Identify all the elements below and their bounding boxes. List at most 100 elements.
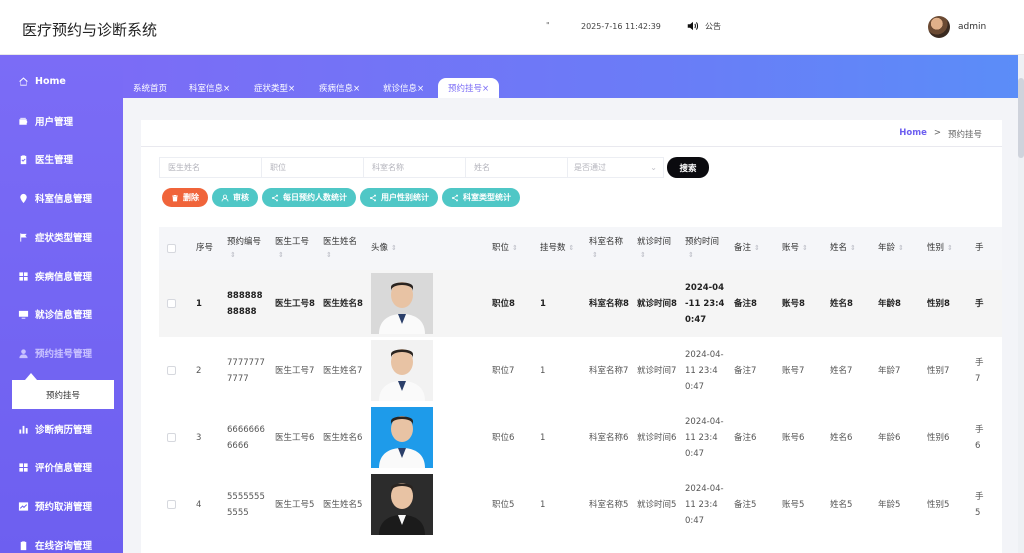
doctor-photo <box>371 337 433 404</box>
cell-name: 姓名8 <box>830 298 853 309</box>
cell-account: 账号7 <box>782 365 805 376</box>
sidebar-item-home[interactable]: Home <box>0 71 123 91</box>
cell-booked-at: 2024-04-11 23:40:47 <box>685 282 725 325</box>
share-icon <box>452 194 458 201</box>
cell-account: 账号6 <box>782 432 805 443</box>
table-row[interactable]: 2 77777777777 医生工号7 医生姓名7 职位7 1 科室名称7 就诊时间7 2024… <box>159 337 1002 404</box>
cell-booked-at: 2024-04-11 23:40:47 <box>685 349 724 392</box>
sidebar-item-cancellations[interactable]: 预约取消管理 <box>0 496 123 516</box>
share-icon <box>272 194 278 201</box>
tab-appointments[interactable]: 预约挂号× <box>438 78 500 98</box>
cell-title: 职位5 <box>492 499 515 510</box>
row-checkbox[interactable] <box>167 471 176 538</box>
delete-button[interactable]: 删除 <box>162 188 208 207</box>
dept-name-input[interactable]: 科室名称 <box>363 157 465 178</box>
row-checkbox[interactable] <box>167 270 176 337</box>
doctor-name-input[interactable]: 医生姓名 <box>159 157 261 178</box>
dept-stats-button[interactable]: 科室类型统计 <box>442 188 520 207</box>
gender-stats-label: 用户性别统计 <box>381 193 429 202</box>
cell-note: 备注6 <box>734 432 757 443</box>
sidebar-item-appointments[interactable]: 预约挂号管理 <box>0 343 123 363</box>
sidebar-item-diseases[interactable]: 疾病信息管理 <box>0 266 123 286</box>
sort-icon: ⇕ <box>592 250 598 259</box>
title-input[interactable]: 职位 <box>261 157 363 178</box>
col-doctor-no[interactable]: 医生工号 ⇕ <box>275 227 309 270</box>
col-count[interactable]: 挂号数 ⇕ <box>540 227 574 270</box>
column-header: 预约时间 <box>685 236 720 247</box>
tab-diseases[interactable]: 疾病信息× <box>319 78 360 98</box>
col-gender[interactable]: 性别 ⇕ <box>927 227 953 270</box>
table-row[interactable]: 4 55555555555 医生工号5 医生姓名5 职位5 1 科室名称5 就诊时间5 2024… <box>159 471 1002 538</box>
table-row[interactable]: 1 88888888888 医生工号8 医生姓名8 职位8 1 科室名称8 就诊时间8 2024… <box>159 270 1002 337</box>
col-avatar[interactable]: 头像 ⇕ <box>371 227 397 270</box>
sidebar-item-label: 评价信息管理 <box>35 463 93 474</box>
review-button[interactable]: 审核 <box>212 188 258 207</box>
table-row[interactable]: 3 66666666666 医生工号6 医生姓名6 职位6 1 科室名称6 就诊时间6 2024… <box>159 404 1002 471</box>
cell-name: 姓名5 <box>830 499 853 510</box>
column-header: 挂号数 <box>540 243 566 253</box>
cell-doctor-no: 医生工号6 <box>275 432 315 443</box>
sidebar-item-label: 在线咨询管理 <box>35 541 93 552</box>
breadcrumb-home[interactable]: Home <box>899 128 927 140</box>
cell-gender: 性别7 <box>927 365 950 376</box>
home-icon <box>18 76 29 87</box>
doctor-photo <box>371 471 433 538</box>
sidebar-subitem-appointment[interactable]: 预约挂号 <box>12 380 114 409</box>
col-account[interactable]: 账号 ⇕ <box>782 227 808 270</box>
notice-button[interactable]: 公告 <box>686 19 721 33</box>
sidebar-item-label: 用户管理 <box>35 117 74 128</box>
col-visit-time[interactable]: 就诊时间 ⇕ <box>637 227 671 270</box>
tab-visits[interactable]: 就诊信息× <box>383 78 424 98</box>
doctor-photo <box>371 404 433 471</box>
sidebar-item-reviews[interactable]: 评价信息管理 <box>0 457 123 477</box>
cell-index: 1 <box>196 298 202 309</box>
chevron-down-icon: ⌄ <box>650 163 657 172</box>
cell-gender: 性别5 <box>927 499 950 510</box>
cell-booking-no: 88888888888 <box>227 290 263 317</box>
col-age[interactable]: 年龄 ⇕ <box>878 227 904 270</box>
tab-home[interactable]: 系统首页 <box>133 78 167 98</box>
page-scroll-thumb[interactable] <box>1018 78 1024 158</box>
col-name[interactable]: 姓名 ⇕ <box>830 227 856 270</box>
search-button[interactable]: 搜索 <box>667 157 709 178</box>
col-booking-no[interactable]: 预约编号 ⇕ <box>227 227 261 270</box>
select-all-checkbox[interactable] <box>167 227 176 270</box>
name-input[interactable]: 姓名 <box>465 157 567 178</box>
row-checkbox[interactable] <box>167 404 176 471</box>
sidebar-item-visits[interactable]: 就诊信息管理 <box>0 304 123 324</box>
passed-select[interactable]: 是否通过 ⌄ <box>567 157 664 178</box>
sidebar: Home 用户管理 医生管理 科室信息管理 症状类型管理 疾病信息管理 就诊信息… <box>0 55 123 553</box>
tab-symptoms[interactable]: 症状类型× <box>254 78 295 98</box>
col-note[interactable]: 备注 ⇕ <box>734 227 760 270</box>
tab-departments[interactable]: 科室信息× <box>189 78 230 98</box>
action-buttons: 删除 审核 每日预约人数统计 用户性别统计 科室类型统计 <box>162 188 520 207</box>
cell-booking-no: 55555555555 <box>227 491 265 518</box>
sidebar-item-departments[interactable]: 科室信息管理 <box>0 188 123 208</box>
speaker-icon <box>687 21 699 31</box>
gender-stats-button[interactable]: 用户性别统计 <box>360 188 438 207</box>
cell-account: 账号8 <box>782 298 805 309</box>
sidebar-item-records[interactable]: 诊断病历管理 <box>0 419 123 439</box>
user-menu[interactable]: admin <box>928 16 986 38</box>
col-booked-at[interactable]: 预约时间 ⇕ <box>685 227 719 270</box>
cell-dept: 科室名称8 <box>589 298 629 309</box>
sidebar-item-users[interactable]: 用户管理 <box>0 111 123 131</box>
column-header: 职位 <box>492 243 510 253</box>
column-header: 医生工号 <box>275 236 310 247</box>
sidebar-item-symptoms[interactable]: 症状类型管理 <box>0 227 123 247</box>
table-header: 序号 预约编号 ⇕ 医生工号 ⇕ 医生姓名 ⇕ 头像 ⇕ 职位 ⇕ 挂号数 ⇕ 科室名称 ⇕ … <box>159 227 1002 270</box>
cell-booking-no: 77777777777 <box>227 357 265 384</box>
sidebar-item-doctors[interactable]: 医生管理 <box>0 149 123 169</box>
cell-age: 年龄6 <box>878 432 901 443</box>
sidebar-item-consultation[interactable]: 在线咨询管理 <box>0 535 123 553</box>
review-label: 审核 <box>233 193 249 202</box>
cell-title: 职位8 <box>492 298 515 309</box>
daily-stats-button[interactable]: 每日预约人数统计 <box>262 188 356 207</box>
col-doctor-name[interactable]: 医生姓名 ⇕ <box>323 227 357 270</box>
col-dept[interactable]: 科室名称 ⇕ <box>589 227 623 270</box>
share-icon <box>370 194 376 201</box>
clipboard-icon <box>18 154 29 165</box>
col-title[interactable]: 职位 ⇕ <box>492 227 518 270</box>
top-header: 医疗预约与诊断系统 " 2025-7-16 11:42:39 公告 admin <box>0 0 1024 55</box>
row-checkbox[interactable] <box>167 337 176 404</box>
